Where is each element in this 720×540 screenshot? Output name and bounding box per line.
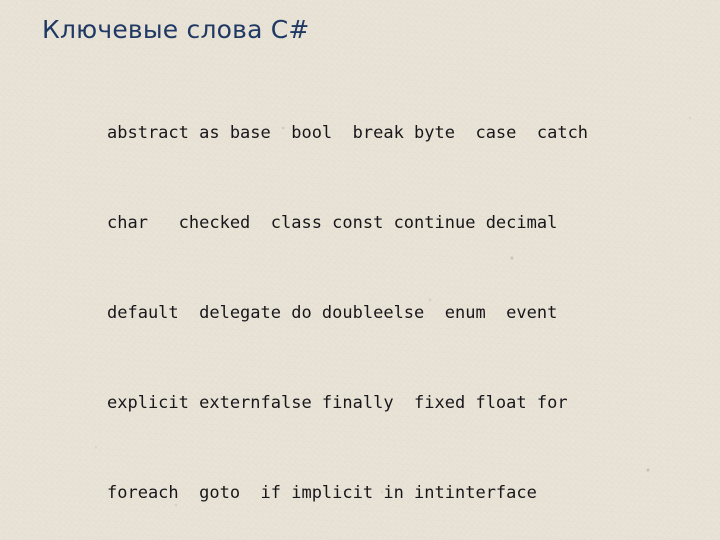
- keyword-line: abstract as base bool break byte case ca…: [107, 123, 589, 143]
- slide-title: Ключевые слова C#: [42, 15, 310, 44]
- csharp-keyword-list: abstract as base bool break byte case ca…: [107, 58, 707, 540]
- keyword-line: foreach goto if implicit in intinterface: [107, 483, 537, 503]
- keyword-line: char checked class const continue decima…: [107, 213, 558, 233]
- keyword-line: default delegate do doubleelse enum even…: [107, 303, 558, 323]
- presentation-slide: Ключевые слова C# abstract as base bool …: [0, 0, 720, 540]
- slide-content: Ключевые слова C# abstract as base bool …: [0, 0, 720, 540]
- keyword-line: explicit externfalse finally fixed float…: [107, 393, 568, 413]
